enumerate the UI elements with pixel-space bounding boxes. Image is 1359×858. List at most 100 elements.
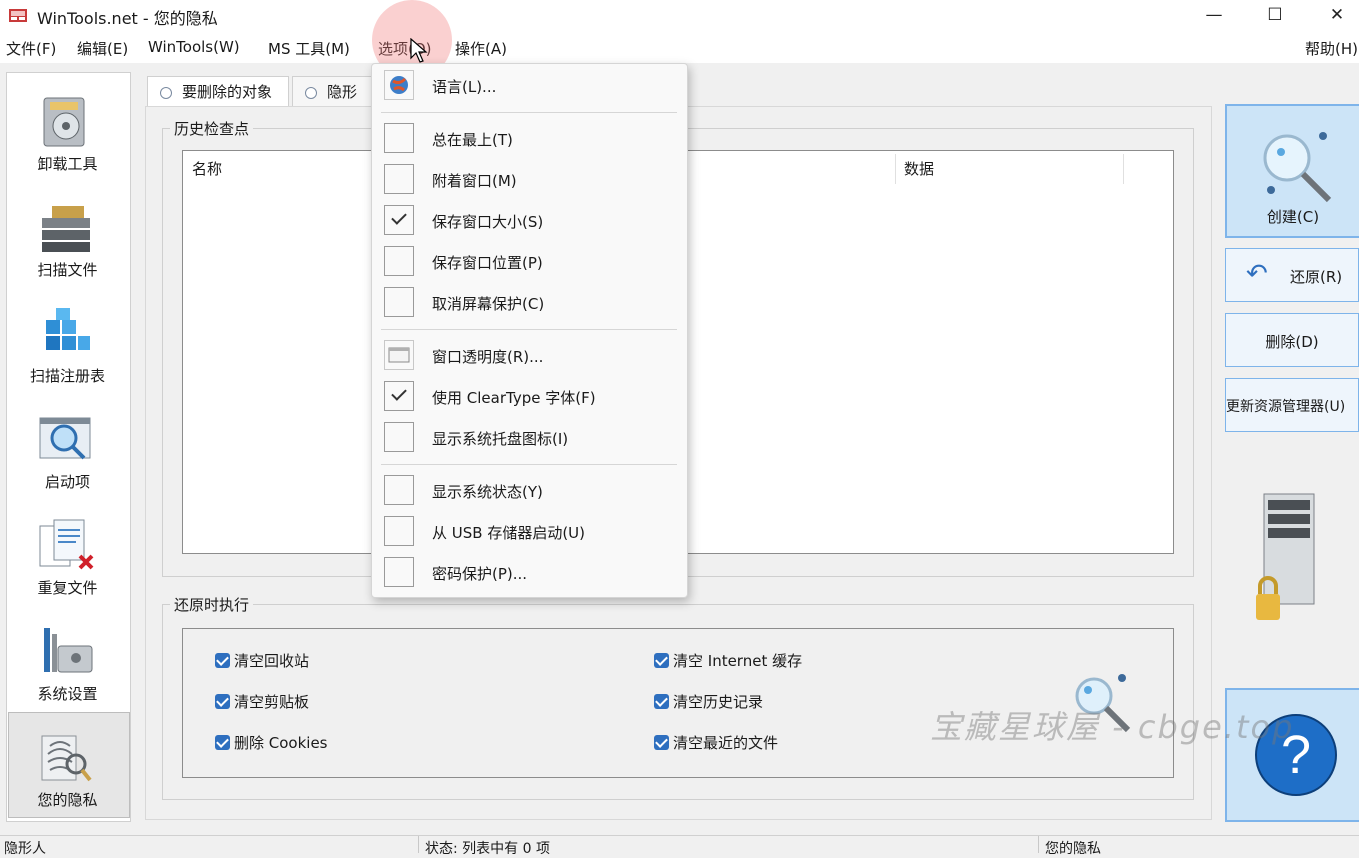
radio-icon <box>160 86 172 99</box>
tab-invisible-man[interactable]: 隐形人 <box>292 76 372 131</box>
sidebar-item-duplicates[interactable]: 重复文件 <box>6 502 129 607</box>
create-button[interactable]: 创建(C) <box>1225 104 1359 238</box>
menu-ms-tools[interactable]: MS 工具(M) <box>268 38 350 59</box>
tab-objects-to-delete[interactable]: 要删除的对象 <box>147 76 289 107</box>
restore-title: 还原时执行 <box>170 594 254 615</box>
magnifier-icon <box>1263 132 1332 203</box>
checkbox-checked-icon <box>215 694 230 709</box>
checkbox-checked-icon <box>654 653 669 668</box>
restore-button[interactable]: ↶ 还原(R) <box>1225 248 1359 302</box>
tab-label: 要删除的对象 <box>182 83 273 101</box>
option-empty-recent-files[interactable]: 清空最近的文件 <box>654 732 778 753</box>
option-label: 清空历史记录 <box>673 693 764 711</box>
checkbox-checked-icon <box>654 694 669 709</box>
checkbox-checked-icon <box>215 653 230 668</box>
globe-icon <box>384 70 414 100</box>
sidebar-item-startup[interactable]: 启动项 <box>6 396 129 501</box>
status-middle: 状态: 列表中有 0 项 <box>425 841 550 857</box>
menu-item-tray-icon[interactable]: 显示系统托盘图标(I) <box>381 419 675 457</box>
checkbox-icon <box>384 475 414 505</box>
sidebar-item-label: 扫描注册表 <box>29 367 105 385</box>
menu-action[interactable]: 操作(A) <box>455 38 507 59</box>
system-settings-icon <box>44 628 93 673</box>
option-delete-cookies[interactable]: 删除 Cookies <box>215 732 328 753</box>
uninstall-icon <box>43 97 85 147</box>
menu-item-password[interactable]: 密码保护(P)... <box>381 554 675 592</box>
checkbox-checked-icon <box>654 735 669 750</box>
status-divider <box>1038 836 1039 853</box>
menu-item-cleartype[interactable]: 使用 ClearType 字体(F) <box>381 378 675 416</box>
menu-item-label: 总在最上(T) <box>432 131 513 149</box>
checkbox-icon <box>384 123 414 153</box>
sidebar-item-scan-files[interactable]: 扫描文件 <box>6 184 129 289</box>
option-empty-internet-cache[interactable]: 清空 Internet 缓存 <box>654 650 802 671</box>
mouse-cursor-icon <box>410 38 428 63</box>
startup-icon <box>39 417 91 460</box>
menu-wintools[interactable]: WinTools(W) <box>148 38 240 56</box>
watermark: 宝藏星球屋 - cbge.top <box>930 708 1295 746</box>
create-label: 创建(C) <box>1266 208 1320 226</box>
app-icon <box>9 9 27 22</box>
checkbox-icon <box>384 246 414 276</box>
menu-item-label: 保存窗口大小(S) <box>432 213 544 231</box>
menu-separator <box>381 112 677 113</box>
sidebar-item-registry[interactable]: 扫描注册表 <box>6 290 129 395</box>
checkbox-checked-icon <box>215 735 230 750</box>
menu-separator <box>381 464 677 465</box>
maximize-button[interactable]: ☐ <box>1244 0 1306 33</box>
sidebar-item-label: 系统设置 <box>37 685 98 703</box>
menu-item-window-transparency[interactable]: 窗口透明度(R)... <box>381 337 675 375</box>
server-lock-icon <box>1256 493 1315 620</box>
menu-item-label: 窗口透明度(R)... <box>432 348 544 366</box>
checkbox-checked-icon <box>384 205 414 235</box>
menu-item-label: 附着窗口(M) <box>432 172 517 190</box>
refresh-explorer-label: 更新资源管理器(U) <box>1226 399 1346 415</box>
menu-item-disable-screensaver[interactable]: 取消屏幕保护(C) <box>381 284 675 322</box>
scan-files-icon <box>42 206 90 252</box>
undo-icon: ↶ <box>1246 259 1268 289</box>
status-right: 您的隐私 <box>1045 841 1101 857</box>
menu-item-usb-start[interactable]: 从 USB 存储器启动(U) <box>381 513 675 551</box>
delete-button[interactable]: 删除(D) <box>1225 313 1359 367</box>
option-empty-history[interactable]: 清空历史记录 <box>654 691 763 712</box>
option-empty-recycle-bin[interactable]: 清空回收站 <box>215 650 309 671</box>
status-divider <box>418 836 419 853</box>
checkbox-icon <box>384 516 414 546</box>
menu-item-label: 使用 ClearType 字体(F) <box>432 389 596 407</box>
status-left: 隐形人 <box>4 841 46 857</box>
menu-item-label: 语言(L)... <box>432 78 497 96</box>
privacy-icon <box>41 735 92 782</box>
menu-file[interactable]: 文件(F) <box>6 38 56 59</box>
minimize-button[interactable]: — <box>1183 0 1245 33</box>
menu-item-label: 保存窗口位置(P) <box>432 254 543 272</box>
restore-label: 还原(R) <box>1290 268 1343 286</box>
sidebar-item-system-settings[interactable]: 系统设置 <box>6 608 129 713</box>
menu-item-save-window-position[interactable]: 保存窗口位置(P) <box>381 243 675 281</box>
close-button[interactable]: ✕ <box>1306 0 1359 33</box>
option-empty-clipboard[interactable]: 清空剪贴板 <box>215 691 309 712</box>
column-divider <box>1123 154 1124 184</box>
radio-icon <box>305 86 317 99</box>
menu-help[interactable]: 帮助(H) <box>1305 38 1358 59</box>
sidebar-item-label: 启动项 <box>44 473 90 491</box>
menu-item-save-window-size[interactable]: 保存窗口大小(S) <box>381 202 675 240</box>
menu-edit[interactable]: 编辑(E) <box>77 38 128 59</box>
registry-icon <box>46 308 90 350</box>
option-label: 删除 Cookies <box>234 734 328 752</box>
column-header-data[interactable]: 数据 <box>904 158 934 179</box>
sidebar-item-privacy[interactable]: 您的隐私 <box>6 714 129 819</box>
column-header-name[interactable]: 名称 <box>192 158 222 179</box>
menu-item-always-on-top[interactable]: 总在最上(T) <box>381 120 675 158</box>
menu-item-label: 取消屏幕保护(C) <box>432 295 545 313</box>
duplicate-files-icon <box>39 519 94 570</box>
option-label: 清空最近的文件 <box>673 734 779 752</box>
refresh-explorer-button[interactable]: 更新资源管理器(U) <box>1225 378 1359 432</box>
menu-item-language[interactable]: 语言(L)... <box>381 67 675 105</box>
menu-item-system-status[interactable]: 显示系统状态(Y) <box>381 472 675 510</box>
sidebar-item-uninstall[interactable]: 卸载工具 <box>6 78 129 183</box>
menu-item-dock-window[interactable]: 附着窗口(M) <box>381 161 675 199</box>
option-label: 清空剪贴板 <box>234 693 310 711</box>
sidebar-item-label: 卸载工具 <box>37 155 98 173</box>
checkbox-checked-icon <box>384 381 414 411</box>
menu-item-label: 显示系统托盘图标(I) <box>432 430 569 448</box>
